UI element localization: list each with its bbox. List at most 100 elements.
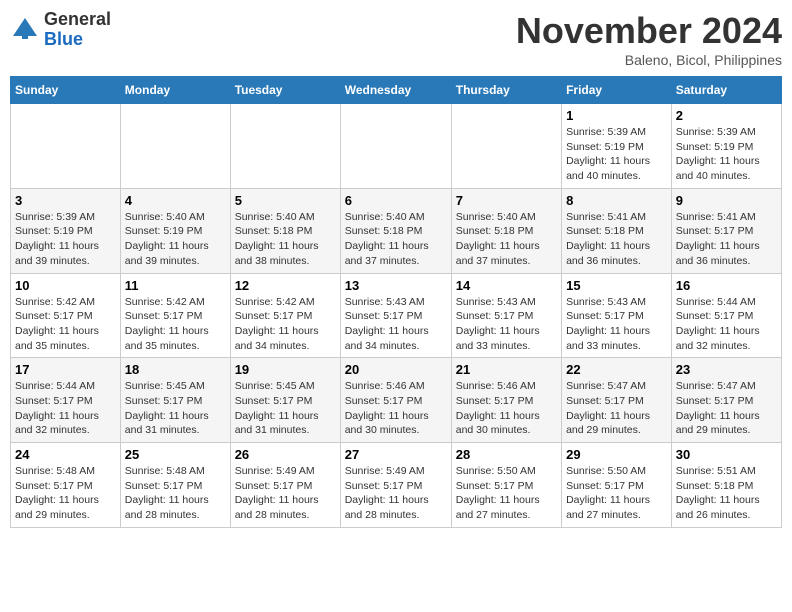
day-info: Sunrise: 5:39 AM Sunset: 5:19 PM Dayligh… [676, 125, 777, 184]
day-number: 15 [566, 278, 667, 293]
day-number: 21 [456, 362, 557, 377]
calendar-cell [340, 104, 451, 189]
calendar-cell: 20 Sunrise: 5:46 AM Sunset: 5:17 PM Dayli… [340, 358, 451, 443]
calendar-cell [120, 104, 230, 189]
day-info: Sunrise: 5:40 AM Sunset: 5:18 PM Dayligh… [345, 210, 447, 269]
day-of-week-header: Monday [120, 77, 230, 104]
day-of-week-header: Friday [562, 77, 672, 104]
day-number: 22 [566, 362, 667, 377]
day-number: 4 [125, 193, 226, 208]
day-number: 14 [456, 278, 557, 293]
day-number: 16 [676, 278, 777, 293]
calendar-cell: 17 Sunrise: 5:44 AM Sunset: 5:17 PM Dayli… [11, 358, 121, 443]
day-number: 20 [345, 362, 447, 377]
calendar-cell: 8 Sunrise: 5:41 AM Sunset: 5:18 PM Daylig… [562, 188, 672, 273]
calendar-cell: 11 Sunrise: 5:42 AM Sunset: 5:17 PM Dayli… [120, 273, 230, 358]
logo-blue: Blue [44, 29, 83, 49]
calendar-cell [451, 104, 561, 189]
calendar-cell [11, 104, 121, 189]
day-info: Sunrise: 5:46 AM Sunset: 5:17 PM Dayligh… [345, 379, 447, 438]
day-info: Sunrise: 5:50 AM Sunset: 5:17 PM Dayligh… [566, 464, 667, 523]
calendar-cell: 2 Sunrise: 5:39 AM Sunset: 5:19 PM Daylig… [671, 104, 781, 189]
day-of-week-header: Wednesday [340, 77, 451, 104]
day-info: Sunrise: 5:49 AM Sunset: 5:17 PM Dayligh… [235, 464, 336, 523]
calendar-week-row: 3 Sunrise: 5:39 AM Sunset: 5:19 PM Daylig… [11, 188, 782, 273]
day-info: Sunrise: 5:48 AM Sunset: 5:17 PM Dayligh… [15, 464, 116, 523]
day-info: Sunrise: 5:44 AM Sunset: 5:17 PM Dayligh… [15, 379, 116, 438]
calendar-cell: 28 Sunrise: 5:50 AM Sunset: 5:17 PM Dayli… [451, 443, 561, 528]
day-info: Sunrise: 5:43 AM Sunset: 5:17 PM Dayligh… [345, 295, 447, 354]
day-number: 1 [566, 108, 667, 123]
calendar-cell: 27Sunrise: 5:49 AM Sunset: 5:17 PM Dayli… [340, 443, 451, 528]
day-info: Sunrise: 5:50 AM Sunset: 5:17 PM Dayligh… [456, 464, 557, 523]
day-info: Sunrise: 5:39 AM Sunset: 5:19 PM Dayligh… [566, 125, 667, 184]
day-number: 3 [15, 193, 116, 208]
day-of-week-header: Sunday [11, 77, 121, 104]
calendar-cell: 3 Sunrise: 5:39 AM Sunset: 5:19 PM Daylig… [11, 188, 121, 273]
day-info: Sunrise: 5:43 AM Sunset: 5:17 PM Dayligh… [566, 295, 667, 354]
day-info: Sunrise: 5:43 AM Sunset: 5:17 PM Dayligh… [456, 295, 557, 354]
calendar-cell: 5Sunrise: 5:40 AM Sunset: 5:18 PM Daylig… [230, 188, 340, 273]
logo: General Blue [10, 10, 111, 50]
day-info: Sunrise: 5:48 AM Sunset: 5:17 PM Dayligh… [125, 464, 226, 523]
location-subtitle: Baleno, Bicol, Philippines [516, 52, 782, 68]
day-info: Sunrise: 5:42 AM Sunset: 5:17 PM Dayligh… [15, 295, 116, 354]
day-info: Sunrise: 5:41 AM Sunset: 5:17 PM Dayligh… [676, 210, 777, 269]
calendar-header-row: SundayMondayTuesdayWednesdayThursdayFrid… [11, 77, 782, 104]
calendar-cell: 19 Sunrise: 5:45 AM Sunset: 5:17 PM Dayli… [230, 358, 340, 443]
title-block: November 2024 Baleno, Bicol, Philippines [516, 10, 782, 68]
day-number: 26 [235, 447, 336, 462]
calendar-table: SundayMondayTuesdayWednesdayThursdayFrid… [10, 76, 782, 528]
page-header: General Blue November 2024 Baleno, Bicol… [10, 10, 782, 68]
month-title: November 2024 [516, 10, 782, 52]
calendar-week-row: 24 Sunrise: 5:48 AM Sunset: 5:17 PM Dayli… [11, 443, 782, 528]
calendar-week-row: 10 Sunrise: 5:42 AM Sunset: 5:17 PM Dayli… [11, 273, 782, 358]
day-info: Sunrise: 5:46 AM Sunset: 5:17 PM Dayligh… [456, 379, 557, 438]
day-number: 28 [456, 447, 557, 462]
day-number: 6 [345, 193, 447, 208]
day-number: 8 [566, 193, 667, 208]
day-number: 24 [15, 447, 116, 462]
day-info: Sunrise: 5:39 AM Sunset: 5:19 PM Dayligh… [15, 210, 116, 269]
day-number: 10 [15, 278, 116, 293]
day-number: 19 [235, 362, 336, 377]
calendar-cell: 18 Sunrise: 5:45 AM Sunset: 5:17 PM Dayli… [120, 358, 230, 443]
day-info: Sunrise: 5:45 AM Sunset: 5:17 PM Dayligh… [235, 379, 336, 438]
day-number: 23 [676, 362, 777, 377]
day-info: Sunrise: 5:49 AM Sunset: 5:17 PM Dayligh… [345, 464, 447, 523]
calendar-cell: 6 Sunrise: 5:40 AM Sunset: 5:18 PM Daylig… [340, 188, 451, 273]
day-number: 5 [235, 193, 336, 208]
day-number: 17 [15, 362, 116, 377]
day-number: 25 [125, 447, 226, 462]
day-info: Sunrise: 5:51 AM Sunset: 5:18 PM Dayligh… [676, 464, 777, 523]
logo-general: General [44, 9, 111, 29]
calendar-cell: 15 Sunrise: 5:43 AM Sunset: 5:17 PM Dayli… [562, 273, 672, 358]
day-number: 29 [566, 447, 667, 462]
day-info: Sunrise: 5:45 AM Sunset: 5:17 PM Dayligh… [125, 379, 226, 438]
calendar-cell: 30 Sunrise: 5:51 AM Sunset: 5:18 PM Dayli… [671, 443, 781, 528]
logo-icon [10, 15, 40, 45]
day-info: Sunrise: 5:42 AM Sunset: 5:17 PM Dayligh… [235, 295, 336, 354]
day-number: 18 [125, 362, 226, 377]
calendar-week-row: 1 Sunrise: 5:39 AM Sunset: 5:19 PM Daylig… [11, 104, 782, 189]
day-of-week-header: Thursday [451, 77, 561, 104]
calendar-cell: 16Sunrise: 5:44 AM Sunset: 5:17 PM Dayli… [671, 273, 781, 358]
calendar-cell: 14 Sunrise: 5:43 AM Sunset: 5:17 PM Dayli… [451, 273, 561, 358]
day-number: 12 [235, 278, 336, 293]
calendar-cell: 4Sunrise: 5:40 AM Sunset: 5:19 PM Daylig… [120, 188, 230, 273]
calendar-cell: 21 Sunrise: 5:46 AM Sunset: 5:17 PM Dayli… [451, 358, 561, 443]
calendar-cell: 26 Sunrise: 5:49 AM Sunset: 5:17 PM Dayli… [230, 443, 340, 528]
calendar-cell: 22Sunrise: 5:47 AM Sunset: 5:17 PM Dayli… [562, 358, 672, 443]
calendar-cell: 12 Sunrise: 5:42 AM Sunset: 5:17 PM Dayli… [230, 273, 340, 358]
day-number: 11 [125, 278, 226, 293]
calendar-cell: 13Sunrise: 5:43 AM Sunset: 5:17 PM Dayli… [340, 273, 451, 358]
day-number: 30 [676, 447, 777, 462]
day-info: Sunrise: 5:40 AM Sunset: 5:18 PM Dayligh… [456, 210, 557, 269]
calendar-cell: 9Sunrise: 5:41 AM Sunset: 5:17 PM Daylig… [671, 188, 781, 273]
calendar-cell: 10 Sunrise: 5:42 AM Sunset: 5:17 PM Dayli… [11, 273, 121, 358]
calendar-cell: 25 Sunrise: 5:48 AM Sunset: 5:17 PM Dayli… [120, 443, 230, 528]
day-info: Sunrise: 5:47 AM Sunset: 5:17 PM Dayligh… [676, 379, 777, 438]
day-info: Sunrise: 5:41 AM Sunset: 5:18 PM Dayligh… [566, 210, 667, 269]
day-info: Sunrise: 5:42 AM Sunset: 5:17 PM Dayligh… [125, 295, 226, 354]
day-number: 2 [676, 108, 777, 123]
